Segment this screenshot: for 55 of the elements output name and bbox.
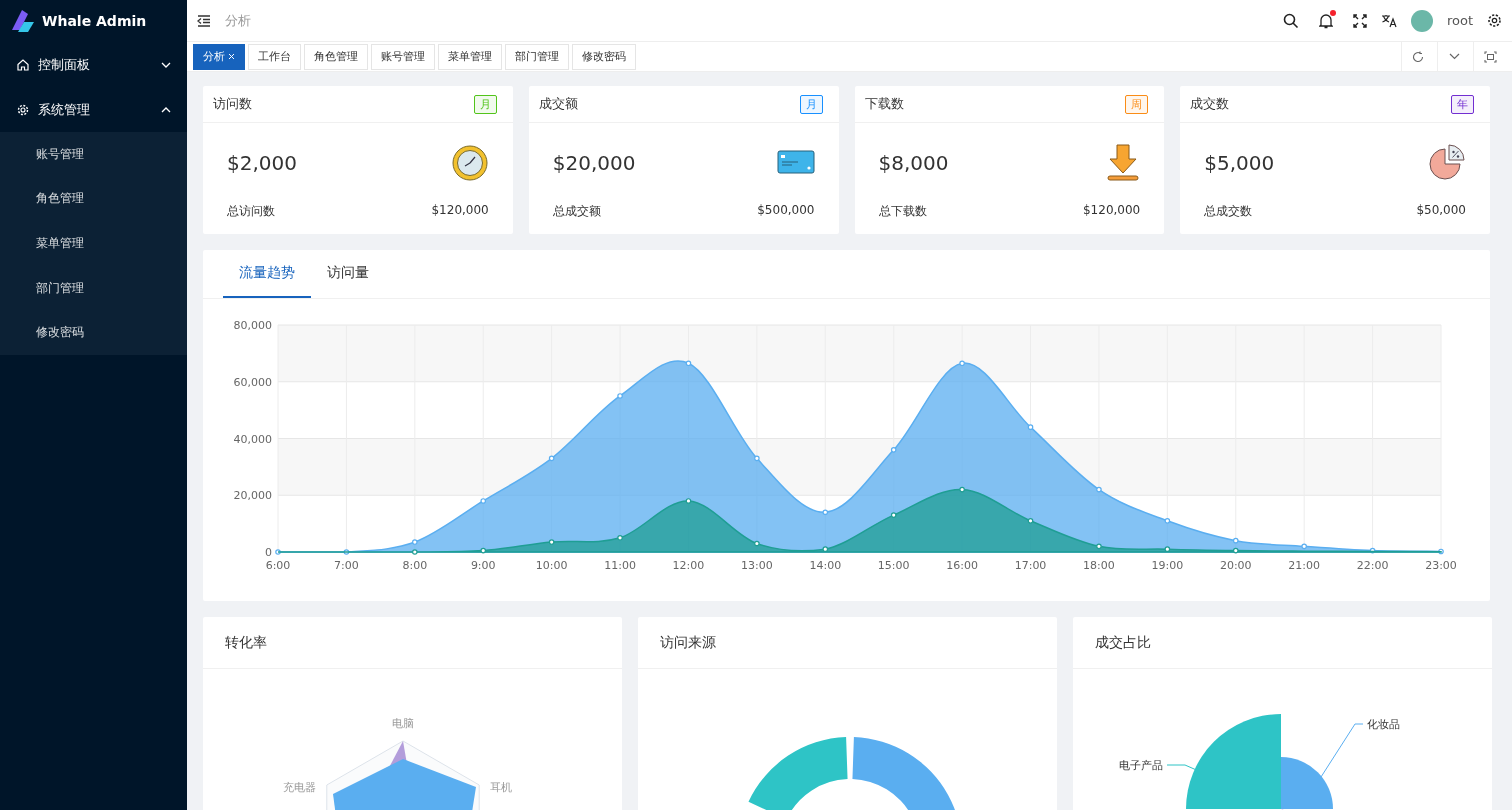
x-axis-label: 9:00 — [470, 559, 496, 572]
pie-slice-label: 化妆品 — [1367, 718, 1400, 731]
radar-axis-label: 充电器 — [283, 781, 317, 794]
panel-title: 成交占比 — [1095, 633, 1151, 652]
x-axis-label: 14:00 — [809, 559, 842, 572]
stat-value: $2,000 — [227, 151, 297, 175]
stat-title: 成交数 — [1190, 95, 1230, 113]
menu-label: 系统管理 — [38, 100, 91, 119]
period-tag: 周 — [1125, 94, 1149, 114]
panel-title: 转化率 — [225, 633, 267, 652]
radar-axis-label: 耳机 — [489, 781, 512, 794]
x-axis-label: 22:00 — [1356, 559, 1389, 572]
y-axis-label: 20,000 — [233, 489, 272, 503]
y-axis-label: 0 — [265, 546, 272, 559]
x-axis-label: 13:00 — [741, 559, 773, 572]
stat-title: 成交额 — [538, 95, 578, 113]
x-axis-label: 11:00 — [604, 559, 636, 572]
x-axis-label: 10:00 — [535, 559, 568, 572]
stat-title: 下载数 — [864, 95, 904, 113]
period-tag: 月 — [473, 94, 497, 114]
stat-total-label: 总下载数 — [878, 203, 927, 220]
stat-total-value: $50,000 — [1416, 203, 1466, 219]
period-tag: 年 — [1451, 94, 1474, 114]
radar-axis-label: 电脑 — [392, 717, 414, 730]
x-axis-label: 12:00 — [672, 559, 705, 572]
x-axis-label: 8:00 — [402, 559, 428, 572]
x-axis-label: 17:00 — [1014, 559, 1047, 572]
stat-total-value: $120,000 — [1083, 203, 1141, 219]
x-axis-label: 6:00 — [265, 559, 291, 572]
y-axis-label: 80,000 — [233, 319, 272, 332]
y-axis-label: 60,000 — [233, 375, 272, 389]
x-axis-label: 19:00 — [1151, 559, 1184, 572]
x-axis-label: 7:00 — [334, 559, 359, 572]
panel-title: 访问来源 — [660, 633, 716, 652]
x-axis-label: 20:00 — [1219, 559, 1252, 572]
app-title: Whale Admin — [42, 13, 147, 29]
x-axis-label: 23:00 — [1425, 559, 1457, 572]
stat-title: 访问数 — [213, 95, 252, 113]
period-tag: 月 — [799, 94, 823, 114]
menu-label: 控制面板 — [38, 55, 91, 74]
stat-total-value: $500,000 — [757, 203, 815, 219]
x-axis-label: 15:00 — [877, 559, 910, 572]
stat-value: $8,000 — [878, 151, 949, 175]
pie-slice-label: 电子产品 — [1119, 759, 1163, 772]
stat-total-label: 总成交数 — [1204, 203, 1253, 220]
stat-total-label: 总成交额 — [552, 203, 601, 220]
stat-value: $20,000 — [552, 151, 636, 175]
stat-total-value: $120,000 — [431, 203, 489, 219]
x-axis-label: 21:00 — [1288, 559, 1321, 572]
breadcrumb: 分析 — [225, 11, 252, 30]
y-axis-label: 40,000 — [233, 432, 272, 446]
stat-value: $5,000 — [1204, 151, 1275, 175]
x-axis-label: 16:00 — [946, 559, 978, 572]
x-axis-label: 18:00 — [1083, 559, 1115, 572]
stat-total-label: 总访问数 — [227, 203, 275, 220]
